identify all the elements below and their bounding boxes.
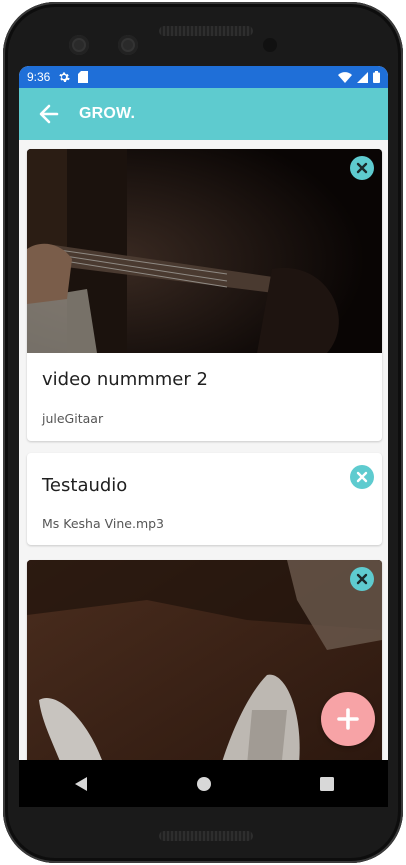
app-title: GROW. [79, 105, 136, 122]
app-bar: GROW. [19, 88, 388, 140]
close-icon [356, 573, 368, 585]
recents-square-icon [319, 776, 334, 791]
wifi-icon [338, 71, 352, 83]
nav-recents-button[interactable] [297, 760, 357, 807]
card-subtitle: Ms Kesha Vine.mp3 [42, 516, 165, 531]
close-icon [356, 162, 368, 174]
arrow-left-icon [39, 104, 59, 124]
media-list: video nummmer 2 juleGitaar Testaudio Ms … [19, 140, 388, 760]
sd-card-icon [78, 71, 89, 83]
nav-home-button[interactable] [174, 760, 234, 807]
card-title: Testaudio [42, 475, 128, 496]
front-camera-icon [69, 35, 89, 55]
plus-icon [337, 708, 359, 730]
remove-button[interactable] [350, 465, 374, 489]
video-thumbnail[interactable] [27, 149, 382, 353]
signal-icon [357, 71, 368, 83]
remove-button[interactable] [350, 567, 374, 591]
earpiece-speaker [159, 26, 253, 36]
card-subtitle: juleGitaar [42, 411, 104, 426]
settings-gear-icon [59, 72, 71, 82]
back-button[interactable] [19, 88, 79, 140]
list-item[interactable]: Testaudio Ms Kesha Vine.mp3 [27, 453, 382, 545]
add-button[interactable] [321, 692, 375, 746]
front-camera-icon [118, 35, 138, 55]
close-icon [356, 471, 368, 483]
status-time: 9:36 [27, 70, 51, 84]
bottom-speaker [159, 831, 253, 841]
back-triangle-icon [74, 776, 87, 791]
video-thumbnail-image [27, 149, 382, 353]
list-item[interactable]: video nummmer 2 juleGitaar [27, 149, 382, 441]
home-circle-icon [196, 776, 211, 791]
nav-back-button[interactable] [51, 760, 111, 807]
screen: 9:36 GROW. video nummmer 2 juleGitaar Te… [19, 66, 388, 807]
sensor-icon [263, 38, 277, 52]
battery-icon [373, 71, 380, 83]
system-nav-bar [19, 760, 388, 807]
status-bar: 9:36 [19, 66, 388, 88]
remove-button[interactable] [350, 156, 374, 180]
card-title: video nummmer 2 [42, 369, 208, 390]
